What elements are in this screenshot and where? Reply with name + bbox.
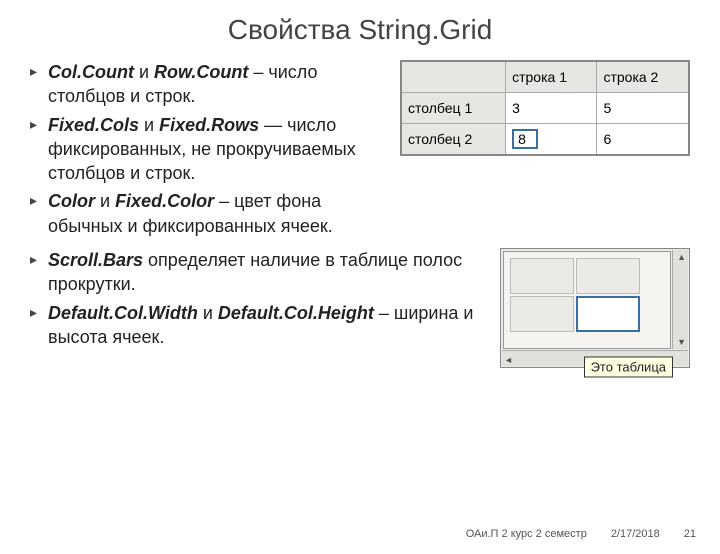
footer-date: 2/17/2018	[611, 528, 660, 540]
mini-cell-fixed	[576, 258, 640, 294]
bullet-item: Fixed.Cols и Fixed.Rows — число фиксиров…	[30, 113, 390, 186]
footer-course: ОАи.П 2 курс 2 семестр	[466, 528, 587, 540]
bullet-item: Col.Count и Row.Count – число столбцов и…	[30, 60, 390, 109]
grid-cell: 6	[597, 124, 689, 156]
mini-cell-fixed	[510, 296, 574, 332]
grid-cell-selected: 8	[506, 124, 597, 156]
bullet-item: Color и Fixed.Color – цвет фона обычных …	[30, 189, 390, 238]
grid-cell: 3	[506, 93, 597, 124]
grid-row-header: столбец 1	[401, 93, 506, 124]
grid-col-header: строка 2	[597, 61, 689, 93]
bullet-list-1: Col.Count и Row.Count – число столбцов и…	[30, 60, 390, 238]
scroll-down-icon: ▼	[677, 337, 686, 347]
bullet-item: Scroll.Bars определяет наличие в таблице…	[30, 248, 490, 297]
bullet-item: Default.Col.Width и Default.Col.Height –…	[30, 301, 490, 350]
grid-corner	[401, 61, 506, 93]
tooltip: Это таблица	[584, 357, 673, 378]
mini-cell-selected	[576, 296, 640, 332]
grid-col-header: строка 1	[506, 61, 597, 93]
grid-row-header: столбец 2	[401, 124, 506, 156]
page-title: Свойства String.Grid	[0, 14, 720, 46]
mini-cell-fixed	[510, 258, 574, 294]
scroll-up-icon: ▲	[677, 252, 686, 262]
slide-footer: ОАи.П 2 курс 2 семестр 2/17/2018 21	[24, 528, 696, 540]
bullet-list-2: Scroll.Bars определяет наличие в таблице…	[30, 248, 490, 349]
stringgrid-scrollbars-example: ▲ ▼ ◄ ► Это таблица	[500, 248, 690, 368]
grid-cell: 5	[597, 93, 689, 124]
scroll-left-icon: ◄	[504, 355, 513, 365]
stringgrid-example: строка 1 строка 2 столбец 1 3 5 столбец …	[400, 60, 690, 156]
vertical-scrollbar	[672, 250, 688, 349]
footer-page: 21	[684, 528, 696, 540]
